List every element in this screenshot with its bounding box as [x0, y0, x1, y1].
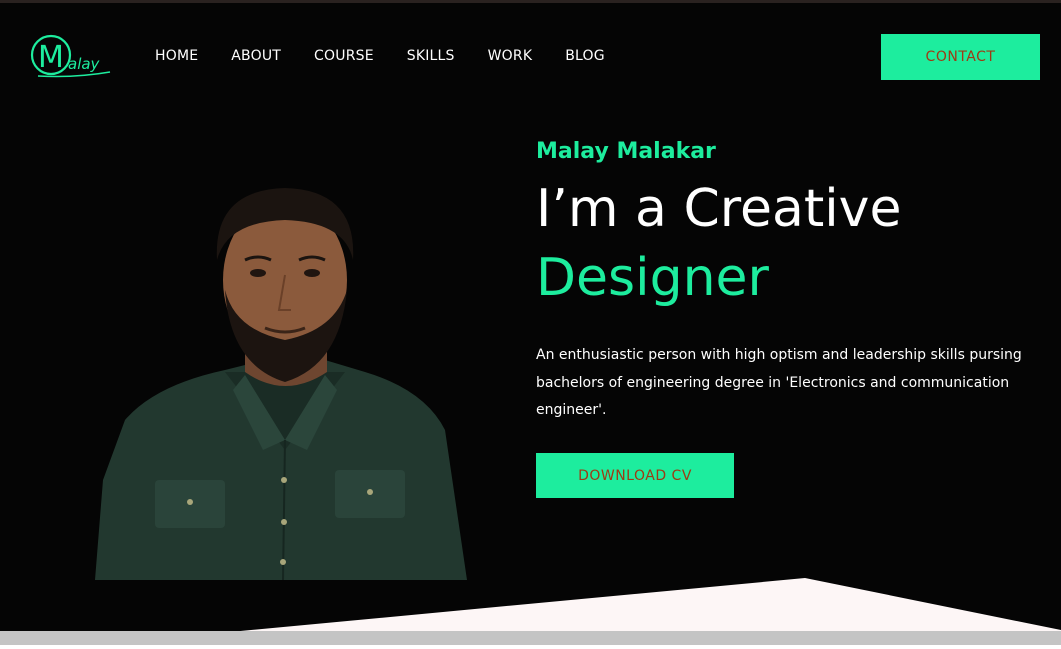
- logo-letter: M: [38, 40, 64, 75]
- hero-bio: An enthusiastic person with high optism …: [536, 347, 1022, 418]
- nav-item-home[interactable]: HOME: [155, 46, 198, 66]
- nav-item-work[interactable]: WORK: [488, 46, 533, 66]
- nav-item-course[interactable]: COURSE: [314, 46, 374, 66]
- logo-rest: alay: [68, 55, 101, 73]
- main-nav: HOME ABOUT COURSE SKILLS WORK BLOG: [155, 46, 638, 66]
- hero-name: Malay Malakar: [536, 139, 716, 164]
- malay-logo-icon[interactable]: M alay: [30, 32, 114, 80]
- nav-item-skills[interactable]: SKILLS: [407, 46, 455, 66]
- hero-headline-line2: Designer: [536, 248, 769, 308]
- portfolio-page: M alay HOME ABOUT COURSE SKILLS WORK BLO…: [0, 0, 1061, 649]
- top-border: [0, 0, 1061, 3]
- hero-headline-line1: I’m a Creative: [536, 179, 902, 239]
- download-cv-button[interactable]: DOWNLOAD CV: [536, 453, 734, 498]
- nav-item-blog[interactable]: BLOG: [565, 46, 605, 66]
- contact-button[interactable]: CONTACT: [881, 34, 1040, 80]
- bottom-divider: [0, 570, 1061, 649]
- profile-portrait: [95, 150, 475, 581]
- nav-item-about[interactable]: ABOUT: [231, 46, 281, 66]
